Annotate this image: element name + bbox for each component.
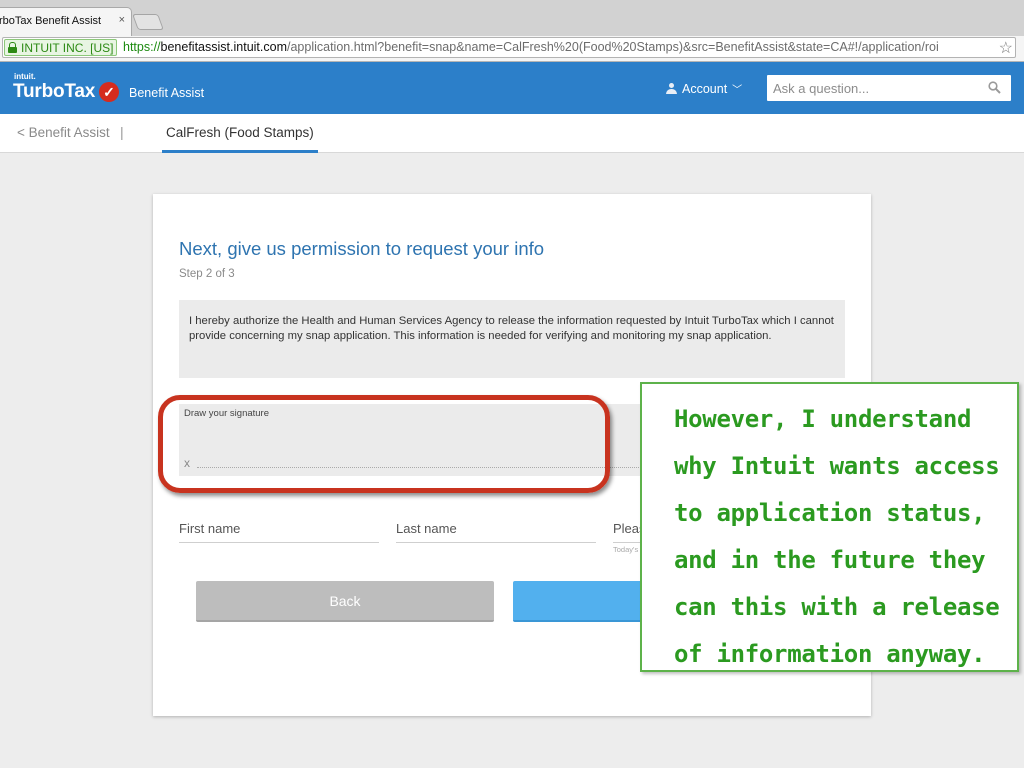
back-to-benefit-assist-link[interactable]: < Benefit Assist (17, 125, 110, 140)
account-label: Account (682, 81, 728, 96)
callout-text: However, I understand why Intuit wants a… (674, 405, 1000, 668)
browser-tab[interactable]: rboTax Benefit Assist × (0, 7, 132, 36)
ev-certificate-label: INTUIT INC. [US] (21, 40, 114, 55)
last-name-field[interactable]: Last name (396, 521, 596, 543)
commentary-callout: However, I understand why Intuit wants a… (640, 382, 1019, 672)
browser-toolbar: INTUIT INC. [US] https://benefitassist.i… (0, 36, 1024, 62)
date-hint: Today's (613, 545, 639, 554)
authorization-text: I hereby authorize the Health and Human … (179, 300, 845, 378)
signature-highlight-outline (158, 395, 610, 493)
url-scheme: https:// (123, 40, 161, 54)
search-input[interactable] (767, 75, 967, 101)
checkmark-icon: ✓ (99, 82, 119, 102)
user-icon (666, 83, 677, 94)
intuit-logo-text: intuit. (14, 72, 36, 81)
breadcrumb: < Benefit Assist | CalFresh (Food Stamps… (0, 114, 1024, 153)
search-box (767, 75, 1011, 101)
lock-icon (8, 42, 17, 53)
step-indicator: Step 2 of 3 (179, 268, 235, 280)
new-tab-button[interactable] (132, 14, 164, 30)
breadcrumb-separator: | (120, 124, 124, 140)
address-bar[interactable]: INTUIT INC. [US] https://benefitassist.i… (2, 37, 1016, 58)
browser-tabstrip: rboTax Benefit Assist × (0, 0, 1024, 36)
url-host: benefitassist.intuit.com (160, 40, 287, 54)
chevron-down-icon: ﹀ (732, 85, 743, 96)
account-menu[interactable]: Account ﹀ (666, 81, 742, 96)
url-text[interactable]: https://benefitassist.intuit.com/applica… (123, 40, 939, 54)
tab-calfresh[interactable]: CalFresh (Food Stamps) (162, 114, 318, 153)
tab-close-icon[interactable]: × (119, 14, 125, 26)
browser-tab-title: rboTax Benefit Assist (0, 15, 102, 27)
back-button[interactable]: Back (196, 581, 494, 622)
page-title: Next, give us permission to request your… (179, 238, 545, 259)
search-icon[interactable] (988, 81, 1001, 94)
url-path: /application.html?benefit=snap&name=CalF… (286, 40, 939, 54)
first-name-field[interactable]: First name (179, 521, 379, 543)
product-name: Benefit Assist (129, 86, 205, 100)
ev-certificate-badge[interactable]: INTUIT INC. [US] (4, 39, 118, 56)
turbotax-logo[interactable]: TurboTax (13, 81, 95, 103)
star-icon[interactable]: ☆ (999, 38, 1013, 58)
app-header: intuit. TurboTax ✓ Benefit Assist Accoun… (0, 62, 1024, 114)
